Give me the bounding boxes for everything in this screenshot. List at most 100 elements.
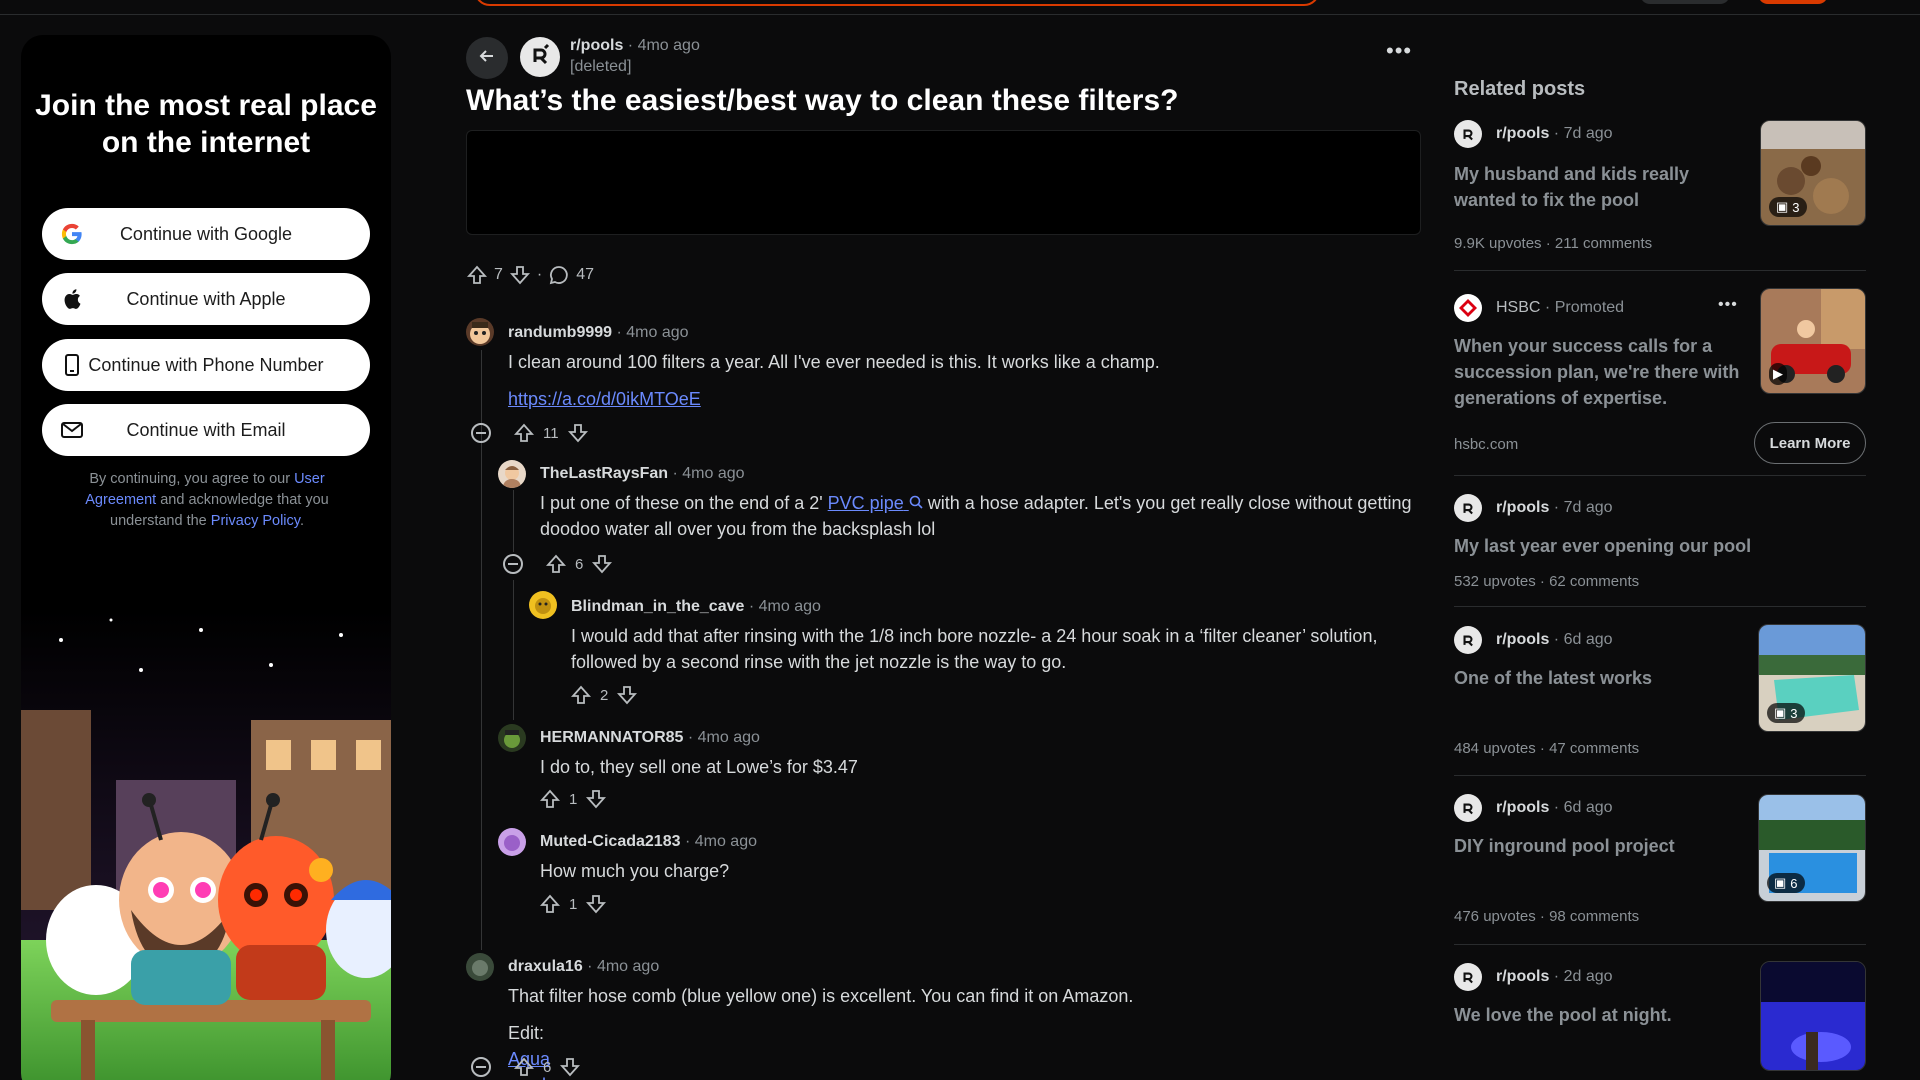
downvote-icon[interactable] [559, 1056, 581, 1078]
related-sub[interactable]: r/pools [1496, 125, 1549, 142]
ellipsis-icon: ••• [1386, 38, 1413, 63]
upvote-icon[interactable] [539, 893, 561, 915]
downvote-icon[interactable] [509, 264, 531, 286]
related-post-thumbnail[interactable]: ▣ 3 [1758, 624, 1866, 732]
continue-with-google-button[interactable]: Continue with Google [42, 208, 370, 260]
downvote-icon[interactable] [616, 684, 638, 706]
thread-line[interactable] [513, 580, 514, 720]
ad-options-button[interactable]: ••• [1718, 296, 1738, 314]
downvote-icon[interactable] [585, 788, 607, 810]
avatar[interactable] [466, 953, 494, 981]
related-post-meta: r/pools · 7d ago [1496, 499, 1613, 517]
related-time: 6d ago [1563, 631, 1613, 648]
upvote-icon[interactable] [513, 422, 535, 444]
gallery-count: 6 [1790, 875, 1798, 891]
upvote-icon[interactable] [513, 1056, 535, 1078]
related-sub[interactable]: r/pools [1496, 631, 1549, 648]
comment-meta: HERMANNATOR85 · 4mo ago [540, 729, 760, 747]
related-comments: 47 comments [1549, 740, 1640, 757]
related-post-stats: 532 upvotes · 62 comments [1454, 573, 1639, 590]
avatar[interactable] [529, 591, 557, 619]
back-button[interactable] [466, 37, 508, 79]
privacy-policy-link[interactable]: Privacy Policy [211, 513, 300, 529]
downvote-icon[interactable] [567, 422, 589, 444]
related-sub[interactable]: r/pools [1496, 968, 1549, 985]
arrow-left-icon [477, 46, 497, 71]
related-post-title[interactable]: My husband and kids really wanted to fix… [1454, 161, 1734, 213]
comment-author[interactable]: randumb9999 [508, 324, 612, 341]
apple-icon [60, 287, 84, 311]
promoted-title[interactable]: When your success calls for a succession… [1454, 333, 1744, 411]
comment-bubble-icon[interactable] [548, 264, 570, 286]
subreddit-avatar[interactable] [520, 37, 560, 77]
comment-author[interactable]: Muted-Cicada2183 [540, 833, 681, 850]
comment-link[interactable]: https://a.co/d/0ikMTOeE [508, 389, 701, 409]
upvote-icon[interactable] [539, 788, 561, 810]
comment-score: 2 [600, 686, 609, 704]
related-post-title[interactable]: One of the latest works [1454, 665, 1734, 691]
meta-separator: · [1553, 499, 1560, 516]
comment-score: 1 [569, 790, 578, 808]
related-posts-sidebar: Related posts r/pools · 7d ago My husban… [1454, 0, 1866, 1080]
comment-meta: randumb9999 · 4mo ago [508, 324, 689, 342]
post-media[interactable] [466, 130, 1421, 235]
thread-line[interactable] [513, 490, 514, 552]
upvote-icon[interactable] [466, 264, 488, 286]
gallery-icon: ▣ [1776, 199, 1789, 214]
continue-with-email-button[interactable]: Continue with Email [42, 404, 370, 456]
divider [1454, 606, 1866, 607]
related-sub[interactable]: r/pools [1496, 499, 1549, 516]
subreddit-link[interactable]: r/pools [570, 37, 623, 54]
promoted-domain[interactable]: hsbc.com [1454, 436, 1518, 453]
promoted-label: Promoted [1554, 299, 1625, 316]
comment-score: 11 [543, 424, 559, 442]
related-post-title[interactable]: DIY inground pool project [1454, 833, 1734, 859]
post-actions: 7 · 47 [466, 264, 594, 286]
collapse-thread-icon[interactable] [503, 554, 523, 574]
search-link[interactable]: PVC pipe [828, 493, 923, 513]
comment-author[interactable]: HERMANNATOR85 [540, 729, 683, 746]
upvote-icon[interactable] [570, 684, 592, 706]
promoted-thumbnail[interactable]: ▶ [1760, 288, 1866, 394]
phone-label: Continue with Phone Number [88, 354, 324, 375]
related-post-title[interactable]: We love the pool at night. [1454, 1002, 1734, 1028]
collapse-thread-icon[interactable] [471, 1057, 491, 1077]
downvote-icon[interactable] [591, 553, 613, 575]
post-author: [deleted] [570, 58, 632, 75]
downvote-icon[interactable] [585, 893, 607, 915]
comment-author[interactable]: TheLastRaysFan [540, 465, 668, 482]
continue-with-phone-button[interactable]: Continue with Phone Number [42, 339, 370, 391]
upvote-icon[interactable] [545, 553, 567, 575]
related-post-thumbnail[interactable]: ▣ 3 [1760, 120, 1866, 226]
ellipsis-icon: ••• [1718, 296, 1738, 313]
edit-prefix: Edit: [508, 1023, 545, 1043]
related-post-title[interactable]: My last year ever opening our pool [1454, 533, 1854, 559]
video-badge: ▶ [1769, 363, 1787, 385]
avatar[interactable] [498, 724, 526, 752]
learn-more-button[interactable]: Learn More [1754, 422, 1866, 464]
avatar[interactable] [498, 460, 526, 488]
comment-actions: 6 [471, 1056, 581, 1078]
related-post-thumbnail[interactable]: ▣ 6 [1758, 794, 1866, 902]
meta-separator: · [748, 598, 755, 615]
related-post-thumbnail[interactable] [1760, 961, 1866, 1071]
comment-author[interactable]: Blindman_in_the_cave [571, 598, 744, 615]
related-comments: 62 comments [1549, 573, 1640, 590]
divider [1454, 270, 1866, 271]
avatar[interactable] [498, 828, 526, 856]
related-upvotes: 532 upvotes [1454, 573, 1536, 590]
continue-with-apple-button[interactable]: Continue with Apple [42, 273, 370, 325]
comment-actions: 2 [570, 684, 638, 706]
collapse-thread-icon[interactable] [471, 423, 491, 443]
meta-separator: · [616, 324, 622, 341]
snoo-illustration [21, 610, 391, 1080]
comment-author[interactable]: draxula16 [508, 958, 583, 975]
more-options-button[interactable]: ••• [1386, 40, 1412, 62]
post-meta: r/pools · 4mo ago [570, 37, 700, 55]
google-icon [60, 222, 84, 246]
related-sub[interactable]: r/pools [1496, 799, 1549, 816]
avatar[interactable] [466, 318, 494, 346]
comment-time: 4mo ago [758, 598, 821, 615]
advertiser-name[interactable]: HSBC [1496, 299, 1540, 316]
meta-separator: · [672, 465, 678, 482]
